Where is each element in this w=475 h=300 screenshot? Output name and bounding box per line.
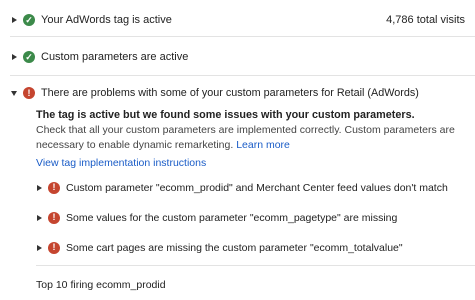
detail-heading: The tag is active but we found some issu…: [36, 109, 415, 121]
instructions-row: View tag implementation instructions: [36, 155, 475, 170]
exclamation-circle-icon: !: [23, 87, 35, 99]
problems-label: There are problems with some of your cus…: [41, 87, 419, 99]
check-circle-icon: ✓: [23, 51, 35, 63]
exclamation-circle-icon: !: [48, 181, 60, 194]
collapse-arrow-icon[interactable]: [11, 90, 17, 96]
issue-label: Custom parameter "ecomm_prodid" and Merc…: [66, 181, 448, 194]
expand-arrow-icon[interactable]: [37, 244, 42, 251]
learn-more-link[interactable]: Learn more: [236, 139, 290, 151]
total-visits: 4,786 total visits: [386, 14, 465, 26]
expand-arrow-icon[interactable]: [37, 214, 42, 221]
detail-body: Check that all your custom parameters ar…: [36, 123, 465, 153]
view-instructions-link[interactable]: View tag implementation instructions: [36, 157, 206, 169]
expand-arrow-icon[interactable]: [12, 54, 17, 60]
divider: [10, 75, 475, 76]
issue-detail: The tag is active but we found some issu…: [36, 108, 465, 153]
issue-row[interactable]: ! Some values for the custom parameter "…: [0, 210, 475, 225]
issue-label: Some values for the custom parameter "ec…: [66, 211, 398, 224]
exclamation-circle-icon: !: [48, 211, 60, 224]
exclamation-circle-icon: !: [48, 241, 60, 254]
check-circle-icon: ✓: [23, 14, 35, 26]
divider: [36, 265, 475, 266]
issue-label: Some cart pages are missing the custom p…: [66, 241, 403, 254]
expand-arrow-icon[interactable]: [12, 17, 17, 23]
issue-row[interactable]: ! Custom parameter "ecomm_prodid" and Me…: [0, 180, 475, 195]
custom-params-label: Custom parameters are active: [41, 51, 189, 63]
tag-status-label: Your AdWords tag is active: [41, 14, 172, 26]
divider: [10, 36, 475, 37]
expand-arrow-icon[interactable]: [37, 184, 42, 191]
top-firing-label: Top 10 firing ecomm_prodid: [36, 278, 166, 291]
problems-row[interactable]: ! There are problems with some of your c…: [0, 85, 475, 101]
custom-params-row[interactable]: ✓ Custom parameters are active: [0, 49, 475, 65]
top-firing-row[interactable]: Top 10 firing ecomm_prodid: [36, 277, 475, 292]
issue-row[interactable]: ! Some cart pages are missing the custom…: [0, 240, 475, 255]
tag-status-row[interactable]: ✓ Your AdWords tag is active 4,786 total…: [0, 12, 475, 28]
